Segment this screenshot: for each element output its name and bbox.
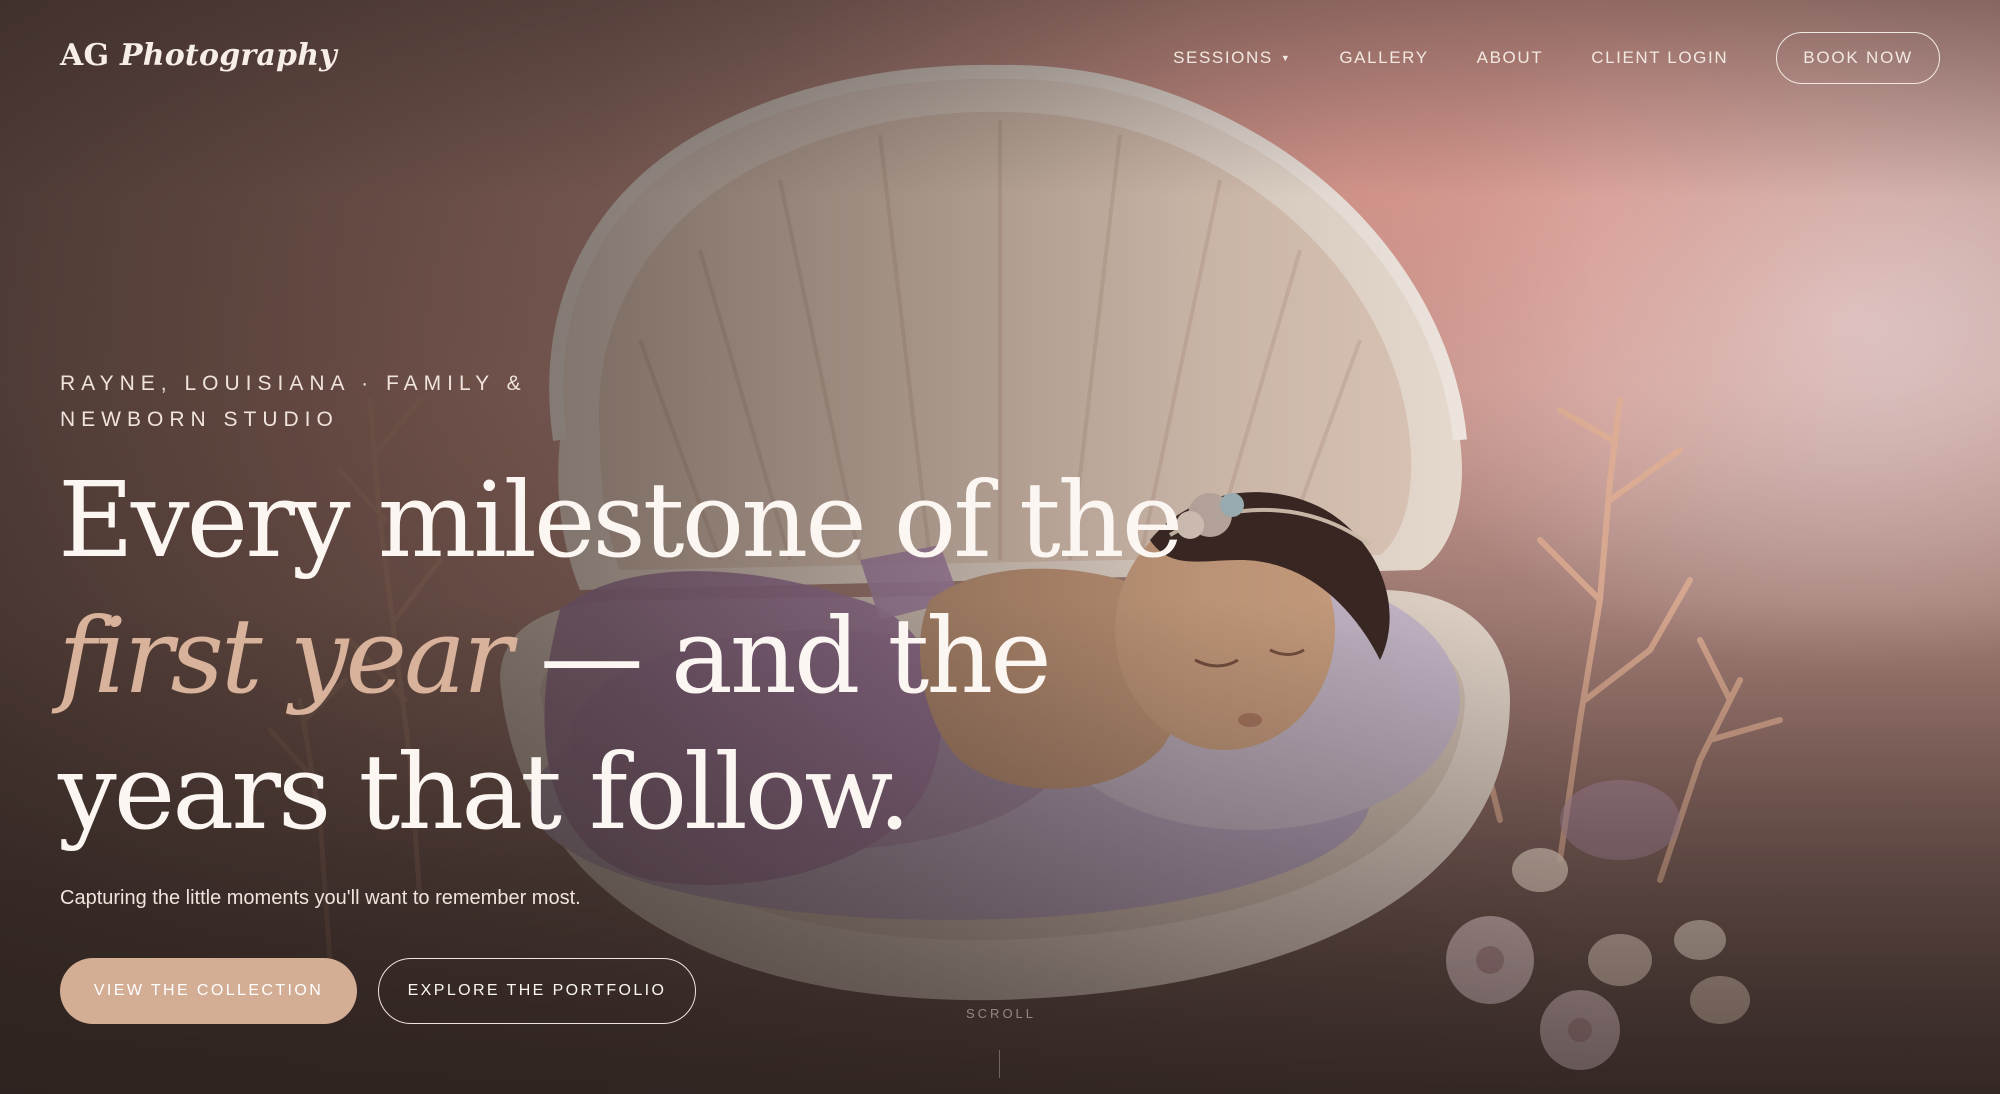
headline-line-3: years that follow. <box>58 731 911 853</box>
nav-link-label: CLIENT LOGIN <box>1591 48 1729 67</box>
top-navigation: AG Photography SESSIONS ▼ GALLERY ABOUT … <box>0 0 2000 116</box>
nav-link-label: GALLERY <box>1339 48 1429 67</box>
hero-eyebrow: RAYNE, LOUISIANA · FAMILY & NEWBORN STUD… <box>60 372 527 431</box>
site-logo[interactable]: AG Photography <box>60 38 337 73</box>
headline-line-2: — and the <box>509 595 1052 717</box>
nav-link-gallery[interactable]: GALLERY <box>1339 48 1428 68</box>
hero-subline: Capturing the little moments you'll want… <box>60 887 581 909</box>
scroll-indicator-line <box>999 1050 1000 1078</box>
nav-link-label: SESSIONS <box>1173 48 1273 67</box>
nav-links: SESSIONS ▼ GALLERY ABOUT CLIENT LOGIN BO… <box>1125 32 1940 84</box>
caret-down-icon: ▼ <box>1280 53 1292 63</box>
headline-line-1: Every milestone of the <box>58 459 1183 581</box>
nav-link-about[interactable]: ABOUT <box>1477 48 1544 68</box>
nav-link-client-login[interactable]: CLIENT LOGIN <box>1591 48 1728 68</box>
scroll-indicator-label[interactable]: SCROLL <box>966 1006 1036 1021</box>
view-collection-button[interactable]: VIEW THE COLLECTION <box>60 958 357 1024</box>
logo-wordmark: Photography <box>119 38 337 73</box>
nav-link-label: ABOUT <box>1476 48 1544 67</box>
explore-portfolio-button[interactable]: EXPLORE THE PORTFOLIO <box>378 958 696 1024</box>
hero-headline: Every milestone of the first year — and … <box>58 452 1183 860</box>
logo-initials: AG <box>60 38 110 73</box>
headline-accent: first year <box>58 595 513 717</box>
nav-link-sessions[interactable]: SESSIONS ▼ <box>1173 48 1291 68</box>
book-now-button[interactable]: BOOK NOW <box>1776 32 1940 84</box>
